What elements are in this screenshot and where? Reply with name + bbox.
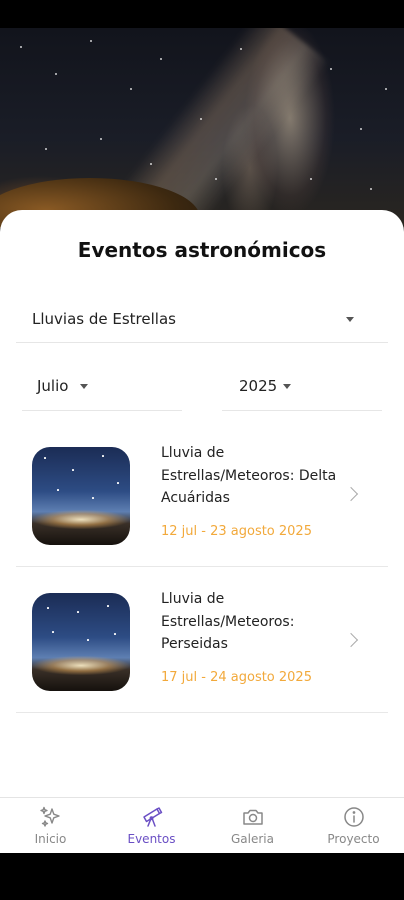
sparkles-icon (39, 806, 60, 827)
bottom-nav: Inicio Eventos Galeria Proyecto (0, 797, 404, 854)
info-icon (343, 807, 364, 827)
nav-label: Proyecto (327, 832, 380, 846)
status-bar (0, 0, 404, 28)
category-select[interactable]: Lluvias de Estrellas (16, 298, 388, 343)
event-dates: 12 jul - 23 agosto 2025 (161, 524, 312, 539)
event-thumbnail (32, 447, 130, 545)
telescope-icon (142, 807, 162, 827)
month-select-value: Julio (37, 377, 69, 395)
nav-label: Eventos (127, 832, 176, 846)
events-sheet: Eventos astronómicos Lluvias de Estrella… (0, 210, 404, 853)
page-title: Eventos astronómicos (77, 238, 327, 262)
nav-item-galeria[interactable]: Galeria (202, 798, 303, 854)
caret-down-icon (346, 317, 354, 322)
year-select-value: 2025 (239, 377, 278, 395)
system-navigation-bar (0, 853, 404, 900)
year-select[interactable]: 2025 (222, 362, 382, 411)
nav-item-proyecto[interactable]: Proyecto (303, 798, 404, 854)
event-dates: 17 jul - 24 agosto 2025 (161, 670, 312, 685)
event-title: Lluvia de Estrellas/Meteoros: Delta Acuá… (161, 445, 337, 506)
category-select-value: Lluvias de Estrellas (32, 310, 176, 328)
event-card-delta-acuaridas[interactable]: Lluvia de Estrellas/Meteoros: Delta Acuá… (16, 432, 388, 567)
nav-item-inicio[interactable]: Inicio (0, 798, 101, 854)
nav-label: Inicio (34, 832, 67, 846)
nav-label: Galeria (231, 832, 274, 846)
event-card-perseidas[interactable]: Lluvia de Estrellas/Meteoros: Perseidas … (16, 578, 388, 713)
nav-item-eventos[interactable]: Eventos (101, 798, 202, 854)
event-title: Lluvia de Estrellas/Meteoros: Perseidas (161, 591, 295, 652)
caret-down-icon (283, 384, 291, 389)
month-select[interactable]: Julio (22, 362, 182, 411)
caret-down-icon (80, 384, 88, 389)
event-thumbnail (32, 593, 130, 691)
hero-milky-way-image (0, 28, 404, 228)
camera-icon (242, 809, 263, 825)
